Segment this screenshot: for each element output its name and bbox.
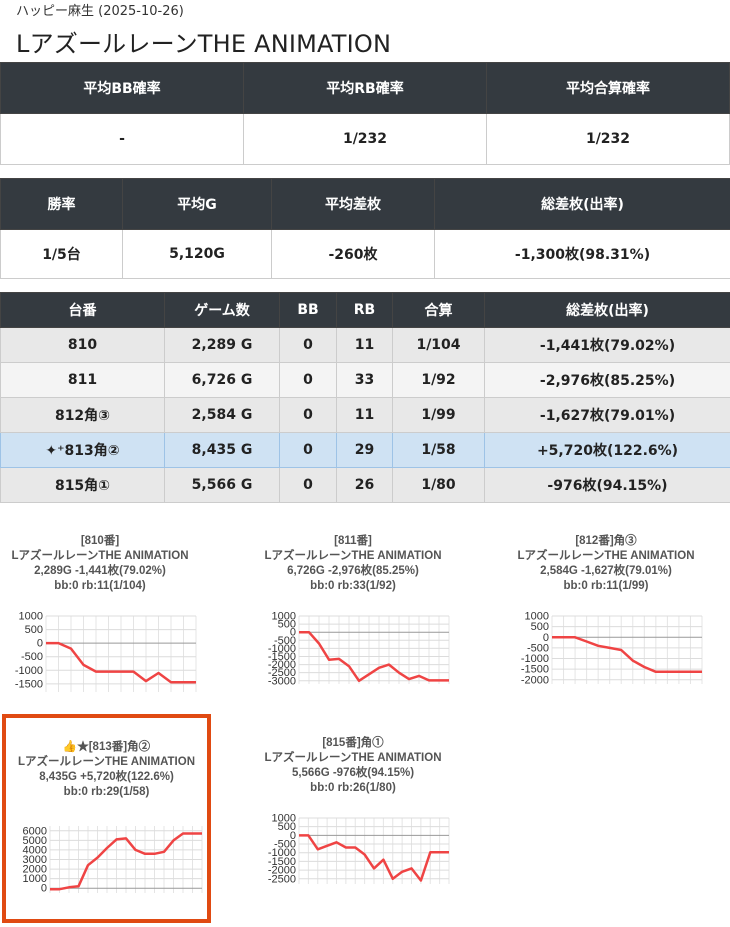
hall-date-subtitle: ハッピー麻生 (2025-10-26) bbox=[16, 4, 184, 19]
avg-diff-value: -260枚 bbox=[271, 229, 435, 279]
total-cell: 1/80 bbox=[392, 467, 485, 503]
bb-cell: 0 bbox=[279, 327, 337, 363]
line-chart-812: 10005000-500-1000-1500-2000 bbox=[521, 611, 703, 686]
line-chart-815: 10005000-500-1000-1500-2000-2500 bbox=[268, 813, 450, 885]
machine-number: 811 bbox=[0, 362, 165, 398]
col-bb: BB bbox=[279, 292, 337, 328]
col-avg-total: 平均合算確率 bbox=[486, 62, 730, 114]
chart-card-812[interactable]: [812番]角③ LアズールレーンTHE ANIMATION 2,584G -1… bbox=[506, 512, 706, 712]
games-cell: 8,435 G bbox=[164, 432, 280, 468]
games-cell: 2,289 G bbox=[164, 327, 280, 363]
total-cell: 1/58 bbox=[392, 432, 485, 468]
col-machine-number: 台番 bbox=[0, 292, 165, 328]
rb-cell: 11 bbox=[336, 397, 393, 433]
bb-cell: 0 bbox=[279, 397, 337, 433]
total-cell: 1/99 bbox=[392, 397, 485, 433]
machine-table: 台番 ゲーム数 BB RB 合算 総差枚(出率) 810 2,289 G 0 1… bbox=[0, 292, 730, 503]
bb-cell: 0 bbox=[279, 432, 337, 468]
col-win-rate: 勝率 bbox=[0, 178, 123, 230]
col-avg-rb: 平均RB確率 bbox=[243, 62, 487, 114]
y-tick-label: -2000 bbox=[521, 674, 549, 686]
line-chart-813: 6000500040003000200010000 bbox=[23, 825, 203, 895]
y-tick-label: 1000 bbox=[19, 611, 43, 623]
table-row[interactable]: 810 2,289 G 0 11 1/104 -1,441枚(79.02%) bbox=[0, 327, 730, 363]
machine-number: 812角③ bbox=[0, 397, 165, 433]
bb-cell: 0 bbox=[279, 467, 337, 503]
diff-cell: -1,441枚(79.02%) bbox=[484, 327, 730, 363]
games-cell: 2,584 G bbox=[164, 397, 280, 433]
probability-table: 平均BB確率 平均RB確率 平均合算確率 - 1/232 1/232 bbox=[0, 62, 730, 165]
col-total: 合算 bbox=[392, 292, 485, 328]
col-avg-bb: 平均BB確率 bbox=[0, 62, 244, 114]
table-row-highlighted[interactable]: ✦⁺813角② 8,435 G 0 29 1/58 +5,720枚(122.6%… bbox=[0, 432, 730, 468]
total-diff-value: -1,300枚(98.31%) bbox=[434, 229, 730, 279]
avg-rb-value: 1/232 bbox=[243, 113, 487, 165]
chart-card-810[interactable]: [810番] LアズールレーンTHE ANIMATION 2,289G -1,4… bbox=[0, 512, 200, 700]
chart-card-811[interactable]: [811番] LアズールレーンTHE ANIMATION 6,726G -2,9… bbox=[253, 512, 453, 700]
sparkle-icon: ✦⁺ bbox=[45, 443, 65, 459]
y-tick-label: -3000 bbox=[268, 675, 296, 687]
col-diff: 総差枚(出率) bbox=[484, 292, 730, 328]
table-row[interactable]: 815角① 5,566 G 0 26 1/80 -976枚(94.15%) bbox=[0, 467, 730, 503]
col-total-diff: 総差枚(出率) bbox=[434, 178, 730, 230]
bb-cell: 0 bbox=[279, 362, 337, 398]
rb-cell: 33 bbox=[336, 362, 393, 398]
avg-total-value: 1/232 bbox=[486, 113, 730, 165]
machine-number: 813角② bbox=[64, 443, 120, 459]
total-cell: 1/92 bbox=[392, 362, 485, 398]
line-chart-810: 1000500 0-500 -1000-1500 bbox=[15, 611, 197, 692]
summary-table: 勝率 平均G 平均差枚 総差枚(出率) 1/5台 5,120G -260枚 -1… bbox=[0, 178, 730, 279]
y-tick-label: -1000 bbox=[15, 665, 43, 677]
machine-number-cell: ✦⁺813角② bbox=[0, 432, 165, 468]
games-cell: 6,726 G bbox=[164, 362, 280, 398]
y-tick-label: -1500 bbox=[15, 678, 43, 690]
table-row[interactable]: 812角③ 2,584 G 0 11 1/99 -1,627枚(79.01%) bbox=[0, 397, 730, 433]
y-tick-label: 0 bbox=[37, 638, 43, 650]
avg-bb-value: - bbox=[0, 113, 244, 165]
machine-number: 810 bbox=[0, 327, 165, 363]
rb-cell: 26 bbox=[336, 467, 393, 503]
rb-cell: 11 bbox=[336, 327, 393, 363]
diff-cell: -2,976枚(85.25%) bbox=[484, 362, 730, 398]
y-tick-label: -2500 bbox=[268, 873, 296, 885]
avg-games-value: 5,120G bbox=[122, 229, 272, 279]
col-games: ゲーム数 bbox=[164, 292, 280, 328]
y-tick-label: 500 bbox=[25, 624, 43, 636]
line-chart-811: 10005000-500-1000-1500-2000-2500-3000 bbox=[268, 611, 450, 687]
table-row[interactable]: 811 6,726 G 0 33 1/92 -2,976枚(85.25%) bbox=[0, 362, 730, 398]
col-avg-games: 平均G bbox=[122, 178, 272, 230]
chart-card-813-selected[interactable]: 👍★[813番]角② LアズールレーンTHE ANIMATION 8,435G … bbox=[2, 714, 211, 923]
y-tick-label: -500 bbox=[21, 651, 43, 663]
page-title: LアズールレーンTHE ANIMATION bbox=[16, 30, 392, 58]
games-cell: 5,566 G bbox=[164, 467, 280, 503]
diff-cell: -1,627枚(79.01%) bbox=[484, 397, 730, 433]
diff-cell: +5,720枚(122.6%) bbox=[484, 432, 730, 468]
machine-number: 815角① bbox=[0, 467, 165, 503]
col-rb: RB bbox=[336, 292, 393, 328]
rb-cell: 29 bbox=[336, 432, 393, 468]
win-rate-value: 1/5台 bbox=[0, 229, 123, 279]
series-line bbox=[552, 636, 702, 674]
y-tick-label: 0 bbox=[41, 883, 47, 895]
diff-cell: -976枚(94.15%) bbox=[484, 467, 730, 503]
chart-card-815[interactable]: [815番]角① LアズールレーンTHE ANIMATION 5,566G -9… bbox=[253, 714, 453, 912]
col-avg-diff: 平均差枚 bbox=[271, 178, 435, 230]
total-cell: 1/104 bbox=[392, 327, 485, 363]
